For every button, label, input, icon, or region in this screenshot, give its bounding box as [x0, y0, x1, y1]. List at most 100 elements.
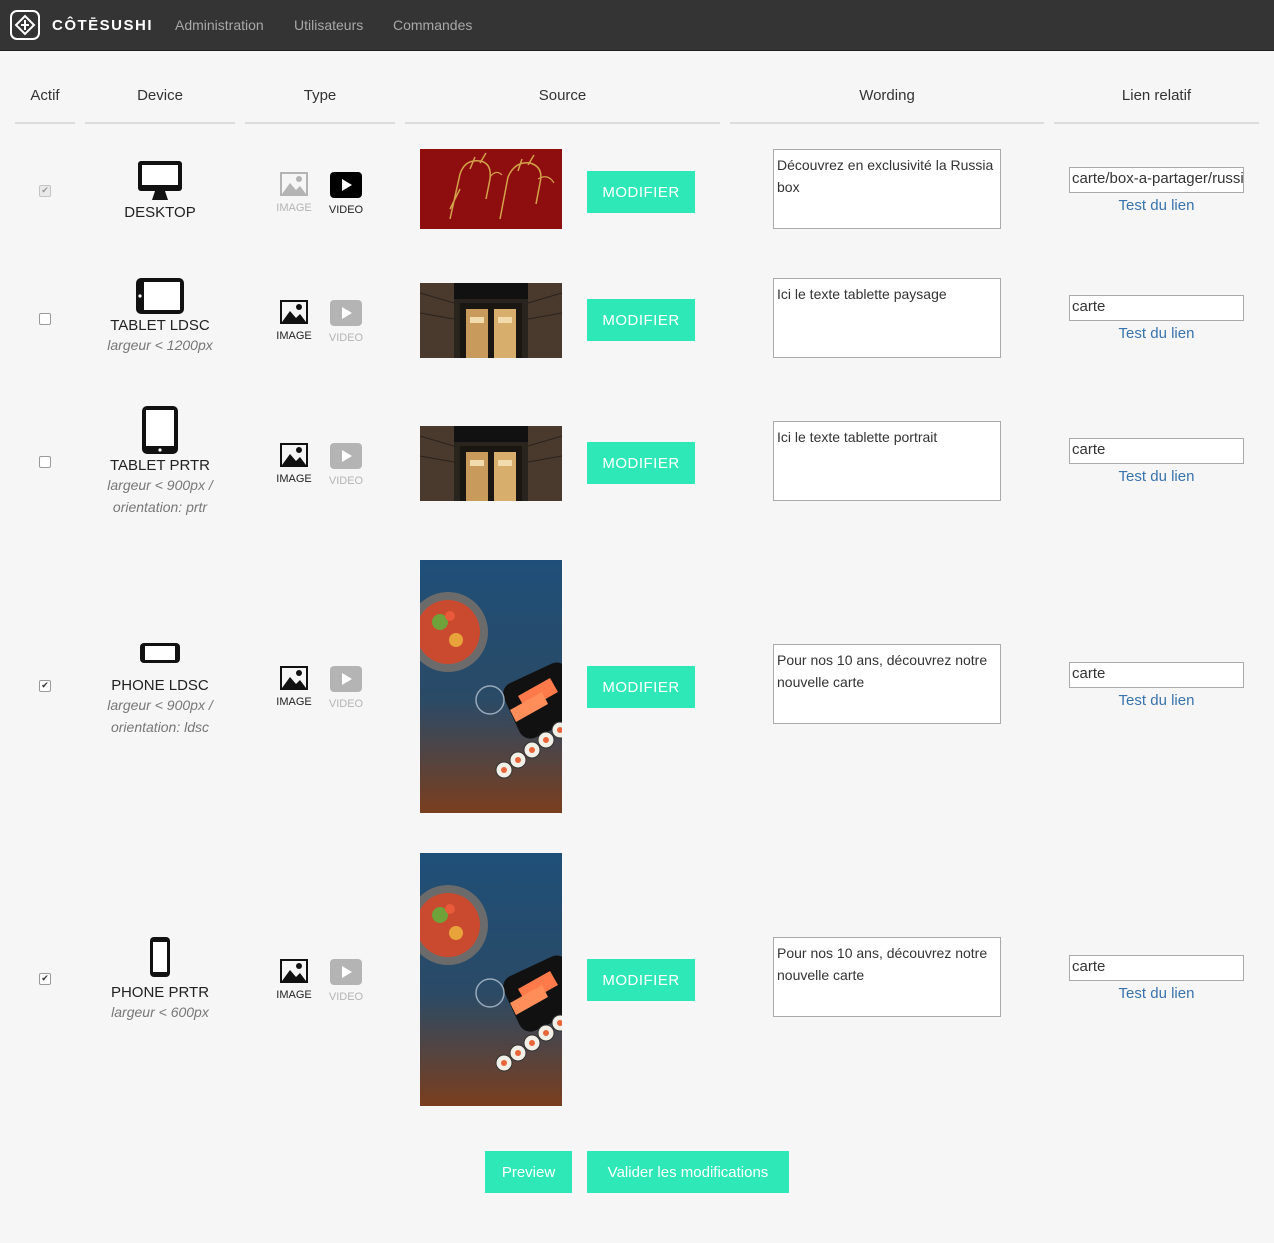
type-label: IMAGE [276, 473, 312, 485]
device-cell: PHONE PRTR largeur < 600px [85, 936, 235, 1023]
header-lien-relatif: Lien relatif [1121, 87, 1192, 104]
relative-link-input[interactable]: carte [1069, 295, 1244, 321]
type-label: VIDEO [328, 698, 364, 710]
active-checkbox[interactable] [39, 185, 51, 197]
preview-button[interactable]: Preview [485, 1151, 572, 1193]
device-constraint: largeur < 1200px [107, 337, 213, 353]
device-constraint: largeur < 900px / [107, 477, 213, 493]
brand[interactable]: CÔTĒSUSHI [10, 10, 153, 40]
tablet-landscape-icon [136, 278, 184, 314]
relative-link-input[interactable]: carte [1069, 955, 1244, 981]
header-actif: Actif [30, 87, 60, 104]
phone-landscape-icon [140, 643, 180, 663]
source-thumbnail [420, 560, 562, 813]
desktop-icon [138, 161, 182, 200]
device-orientation: orientation: ldsc [110, 719, 210, 735]
device-constraint: largeur < 900px / [107, 697, 213, 713]
type-option-video[interactable]: VIDEO [324, 300, 368, 344]
type-option-image[interactable]: IMAGE [272, 172, 316, 214]
tablet-portrait-icon [142, 406, 178, 454]
device-name: DESKTOP [124, 204, 196, 221]
header-device: Device [137, 87, 183, 104]
image-icon [280, 666, 308, 690]
header-divider [15, 122, 75, 124]
phone-portrait-icon [150, 937, 170, 977]
top-navbar: CÔTĒSUSHI Administration Utilisateurs Co… [0, 0, 1274, 51]
type-label: IMAGE [276, 330, 312, 342]
nav-commandes[interactable]: Commandes [393, 17, 472, 33]
play-icon [330, 300, 362, 326]
header-divider [1054, 122, 1259, 124]
type-option-image[interactable]: IMAGE [272, 959, 316, 1001]
test-link[interactable]: Test du lien [1069, 692, 1244, 709]
brand-name: CÔTĒSUSHI [52, 16, 154, 34]
device-name: PHONE PRTR [110, 984, 210, 1001]
play-icon [330, 443, 362, 469]
test-link[interactable]: Test du lien [1069, 468, 1244, 485]
active-checkbox[interactable] [39, 313, 51, 325]
nav-utilisateurs[interactable]: Utilisateurs [294, 17, 363, 33]
device-constraint: largeur < 600px [111, 1004, 209, 1020]
storefront-photo-icon [420, 426, 562, 501]
device-name: TABLET LDSC [110, 317, 210, 334]
modify-source-button[interactable]: MODIFIER [587, 666, 695, 708]
type-option-image[interactable]: IMAGE [272, 300, 316, 342]
type-label: IMAGE [276, 696, 312, 708]
storefront-photo-icon [420, 283, 562, 358]
modify-source-button[interactable]: MODIFIER [587, 442, 695, 484]
nav-administration[interactable]: Administration [175, 17, 264, 33]
type-option-video[interactable]: VIDEO [324, 443, 368, 487]
play-icon [330, 959, 362, 985]
type-option-image[interactable]: IMAGE [272, 443, 316, 485]
image-icon [280, 172, 308, 196]
source-thumbnail [420, 426, 562, 501]
play-icon [330, 666, 362, 692]
source-thumbnail [420, 149, 562, 229]
relative-link-input[interactable]: carte [1069, 438, 1244, 464]
relative-link-input[interactable]: carte/box-a-partager/russia [1069, 167, 1244, 193]
device-cell: TABLET PRTR largeur < 900px / orientatio… [85, 405, 235, 518]
type-label: VIDEO [328, 475, 364, 487]
header-divider [405, 122, 720, 124]
sushi-photo-icon [420, 853, 562, 1106]
test-link[interactable]: Test du lien [1069, 325, 1244, 342]
play-icon [330, 172, 362, 198]
wording-textarea[interactable]: Ici le texte tablette paysage [773, 278, 1001, 358]
modify-source-button[interactable]: MODIFIER [587, 959, 695, 1001]
type-option-video[interactable]: VIDEO [324, 172, 368, 216]
active-checkbox[interactable] [39, 456, 51, 468]
sushi-photo-icon [420, 560, 562, 813]
header-divider [245, 122, 395, 124]
relative-link-input[interactable]: carte [1069, 662, 1244, 688]
image-icon [280, 959, 308, 983]
wording-textarea[interactable]: Découvrez en exclusivité la Russia box [773, 149, 1001, 229]
header-divider [730, 122, 1044, 124]
brand-logo-icon [10, 10, 40, 40]
image-icon [280, 300, 308, 324]
source-thumbnail [420, 853, 562, 1106]
type-label: VIDEO [328, 332, 364, 344]
device-name: TABLET PRTR [109, 457, 211, 474]
header-wording: Wording [859, 87, 915, 104]
type-label: IMAGE [276, 202, 312, 214]
header-type: Type [303, 87, 337, 104]
type-option-image[interactable]: IMAGE [272, 666, 316, 708]
active-checkbox[interactable] [39, 973, 51, 985]
test-link[interactable]: Test du lien [1069, 197, 1244, 214]
type-option-video[interactable]: VIDEO [324, 666, 368, 710]
modify-source-button[interactable]: MODIFIER [587, 299, 695, 341]
device-orientation: orientation: prtr [112, 499, 208, 515]
type-label: VIDEO [328, 991, 364, 1003]
device-name: PHONE LDSC [111, 677, 209, 694]
image-icon [280, 443, 308, 467]
wording-textarea[interactable]: Pour nos 10 ans, découvrez notre nouvell… [773, 644, 1001, 724]
device-cell: DESKTOP [85, 160, 235, 221]
type-label: VIDEO [328, 204, 364, 216]
wording-textarea[interactable]: Pour nos 10 ans, découvrez notre nouvell… [773, 937, 1001, 1017]
type-option-video[interactable]: VIDEO [324, 959, 368, 1003]
wording-textarea[interactable]: Ici le texte tablette portrait [773, 421, 1001, 501]
active-checkbox[interactable] [39, 680, 51, 692]
test-link[interactable]: Test du lien [1069, 985, 1244, 1002]
modify-source-button[interactable]: MODIFIER [587, 171, 695, 213]
validate-changes-button[interactable]: Valider les modifications [587, 1151, 789, 1193]
